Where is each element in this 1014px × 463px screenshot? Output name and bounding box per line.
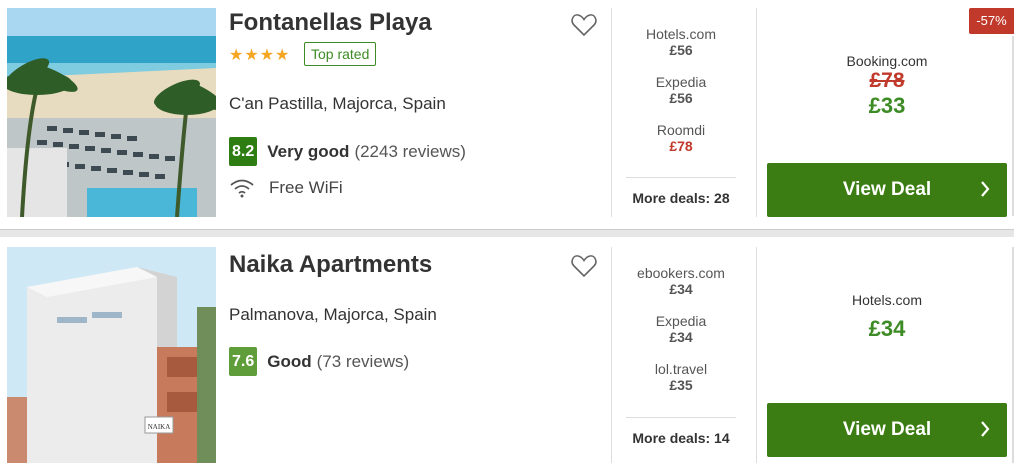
discount-badge: -57%	[969, 8, 1014, 34]
more-deals-link[interactable]: More deals: 28	[626, 177, 736, 206]
deal-list: ebookers.com £34 Expedia £34 lol.travel …	[626, 265, 736, 409]
view-deal-label: View Deal	[842, 419, 932, 440]
deal-list: Hotels.com £56 Expedia £56 Roomdi £78	[626, 26, 736, 170]
column-divider	[611, 8, 612, 217]
column-divider	[611, 247, 612, 463]
best-deal-site: Hotels.com	[851, 292, 923, 308]
favorite-heart-icon[interactable]	[571, 254, 597, 278]
rating-label: Good	[267, 351, 312, 371]
deal-price: £56	[669, 90, 693, 106]
star-rating-icon: ★★★★	[229, 47, 291, 64]
guest-rating[interactable]: 7.6 Good (73 reviews)	[229, 347, 409, 376]
best-deal-site: Booking.com	[846, 53, 928, 69]
hotel-location[interactable]: Palmanova, Majorca, Spain	[229, 305, 437, 325]
amenity-label: Free WiFi	[269, 178, 343, 197]
deal-site: lol.travel	[654, 361, 708, 377]
guest-rating[interactable]: 8.2 Very good (2243 reviews)	[229, 137, 466, 166]
hotel-card: Fontanellas Playa ★★★★ Top rated C'an Pa…	[0, 0, 1014, 229]
more-deals-link[interactable]: More deals: 14	[626, 417, 736, 446]
deal-price: £78	[669, 138, 693, 154]
card-separator	[0, 229, 1014, 237]
view-deal-label: View Deal	[842, 179, 932, 200]
hotel-photo[interactable]: NAIKA	[7, 247, 216, 463]
view-deal-button[interactable]: View Deal	[767, 163, 1007, 217]
deal-site: Expedia	[655, 313, 707, 329]
column-divider	[756, 247, 757, 463]
deal-price: £56	[669, 42, 693, 58]
amenity-wifi: Free WiFi	[229, 178, 343, 198]
chevron-right-icon	[981, 421, 990, 437]
deal-price: £34	[669, 329, 693, 345]
review-count: (2243 reviews)	[354, 141, 466, 161]
deal-item[interactable]: Hotels.com £56	[626, 26, 736, 74]
original-price: £78	[869, 69, 905, 92]
deal-item[interactable]: Expedia £34	[626, 313, 736, 361]
deal-site: ebookers.com	[637, 265, 725, 281]
rating-label: Very good	[267, 141, 350, 161]
best-deal: Hotels.com £34	[767, 292, 1007, 342]
hotel-photo[interactable]	[7, 8, 216, 217]
best-deal: Booking.com £78 £33	[767, 53, 1007, 119]
view-deal-button[interactable]: View Deal	[767, 403, 1007, 457]
top-rated-badge: Top rated	[304, 42, 377, 66]
review-count: (73 reviews)	[316, 351, 410, 371]
hotel-location[interactable]: C'an Pastilla, Majorca, Spain	[229, 94, 446, 114]
deal-item[interactable]: lol.travel £35	[626, 361, 736, 409]
deal-site: Hotels.com	[645, 26, 717, 42]
deal-price-main: £34	[868, 316, 906, 341]
deal-item[interactable]: Roomdi £78	[626, 122, 736, 170]
hotel-name[interactable]: Naika Apartments	[229, 251, 432, 279]
deal-site: Roomdi	[656, 122, 706, 138]
rating-score: 7.6	[229, 347, 258, 376]
deal-item[interactable]: ebookers.com £34	[626, 265, 736, 313]
deal-price-main: £33	[868, 93, 906, 118]
favorite-heart-icon[interactable]	[571, 13, 597, 37]
column-divider	[756, 8, 757, 217]
hotel-name[interactable]: Fontanellas Playa	[229, 9, 432, 37]
building-sign-text: NAIKA	[148, 423, 171, 431]
deal-item[interactable]: Expedia £56	[626, 74, 736, 122]
deal-site: Expedia	[655, 74, 707, 90]
chevron-right-icon	[981, 181, 990, 197]
hotel-card: NAIKA Naika Apartments Palmanova, Majorc…	[0, 237, 1014, 463]
deal-price: £35	[669, 377, 693, 393]
wifi-icon	[230, 179, 254, 198]
rating-score: 8.2	[229, 137, 258, 166]
deal-price: £34	[669, 281, 693, 297]
